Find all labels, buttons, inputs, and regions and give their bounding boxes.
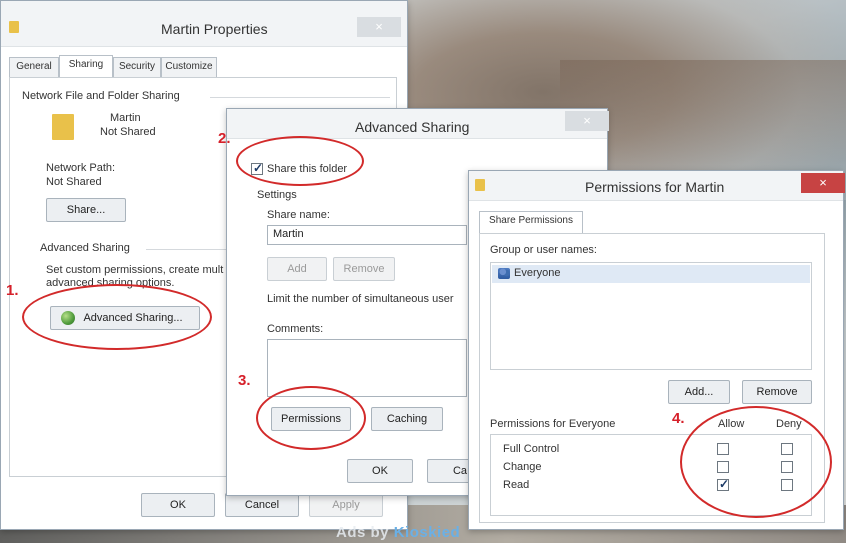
caching-button[interactable]: Caching [371,407,443,431]
step-2-annotation: 2. [218,130,231,147]
remove-button[interactable]: Remove [333,257,395,281]
network-path-value: Not Shared [46,176,102,188]
permission-name: Change [503,461,542,473]
share-name-input[interactable]: Martin [267,225,467,245]
highlight-advanced-sharing [22,284,212,350]
advanced-sharing-group-label: Advanced Sharing [40,242,130,254]
tab-sharing[interactable]: Sharing [59,55,113,77]
share-button[interactable]: Share... [46,198,126,222]
properties-titlebar: Martin Properties × [1,1,407,47]
comments-label: Comments: [267,323,324,335]
close-icon[interactable]: × [565,111,609,131]
ads-watermark: Ads by Kioskied [336,524,460,541]
permissions-titlebar: Permissions for Martin × [469,171,845,201]
list-item[interactable]: Everyone [492,265,810,283]
folder-name: Martin [110,112,141,124]
properties-title: Martin Properties [161,21,268,37]
folder-icon [52,114,74,140]
close-icon[interactable]: × [801,173,845,193]
watermark-brand: Kioskied [393,524,461,541]
tab-security[interactable]: Security [113,57,161,77]
properties-tabs: General Sharing Security Customize [9,55,249,79]
add-button[interactable]: Add [267,257,327,281]
ok-button[interactable]: OK [141,493,215,517]
permissions-for-label: Permissions for Everyone [490,418,616,430]
folder-status: Not Shared [100,126,156,138]
permission-name: Full Control [503,443,560,455]
permissions-title: Permissions for Martin [585,179,725,195]
group-names-label: Group or user names: [490,244,597,256]
highlight-share-folder [236,136,364,186]
watermark-prefix: Ads by [336,524,390,541]
folder-icon [9,21,19,33]
user-name: Everyone [514,267,561,279]
folder-icon [475,179,485,191]
divider [210,97,390,98]
advanced-sharing-description: Set custom permissions, create mult [46,264,224,276]
share-name-label: Share name: [267,209,330,221]
tab-general[interactable]: General [9,57,59,77]
highlight-allow-deny [680,406,832,518]
step-4-annotation: 4. [672,410,685,427]
remove-button[interactable]: Remove [742,380,812,404]
highlight-permissions [256,386,366,450]
permission-name: Read [503,479,530,491]
users-icon [498,268,510,279]
advanced-titlebar: Advanced Sharing × [227,109,609,139]
network-sharing-group-label: Network File and Folder Sharing [22,90,180,102]
apply-button[interactable]: Apply [309,493,383,517]
close-icon[interactable]: × [357,17,401,37]
settings-label: Settings [257,189,297,201]
add-button[interactable]: Add... [668,380,730,404]
ok-button[interactable]: OK [347,459,413,483]
network-path-label: Network Path: [46,162,116,174]
advanced-title: Advanced Sharing [355,119,470,135]
tab-share-permissions[interactable]: Share Permissions [479,211,583,233]
user-list: Everyone [490,262,812,370]
cancel-button[interactable]: Cancel [225,493,299,517]
step-1-annotation: 1. [6,282,19,299]
tab-customize[interactable]: Customize [161,57,217,77]
step-3-annotation: 3. [238,372,251,389]
user-limit-label: Limit the number of simultaneous user [267,293,454,305]
